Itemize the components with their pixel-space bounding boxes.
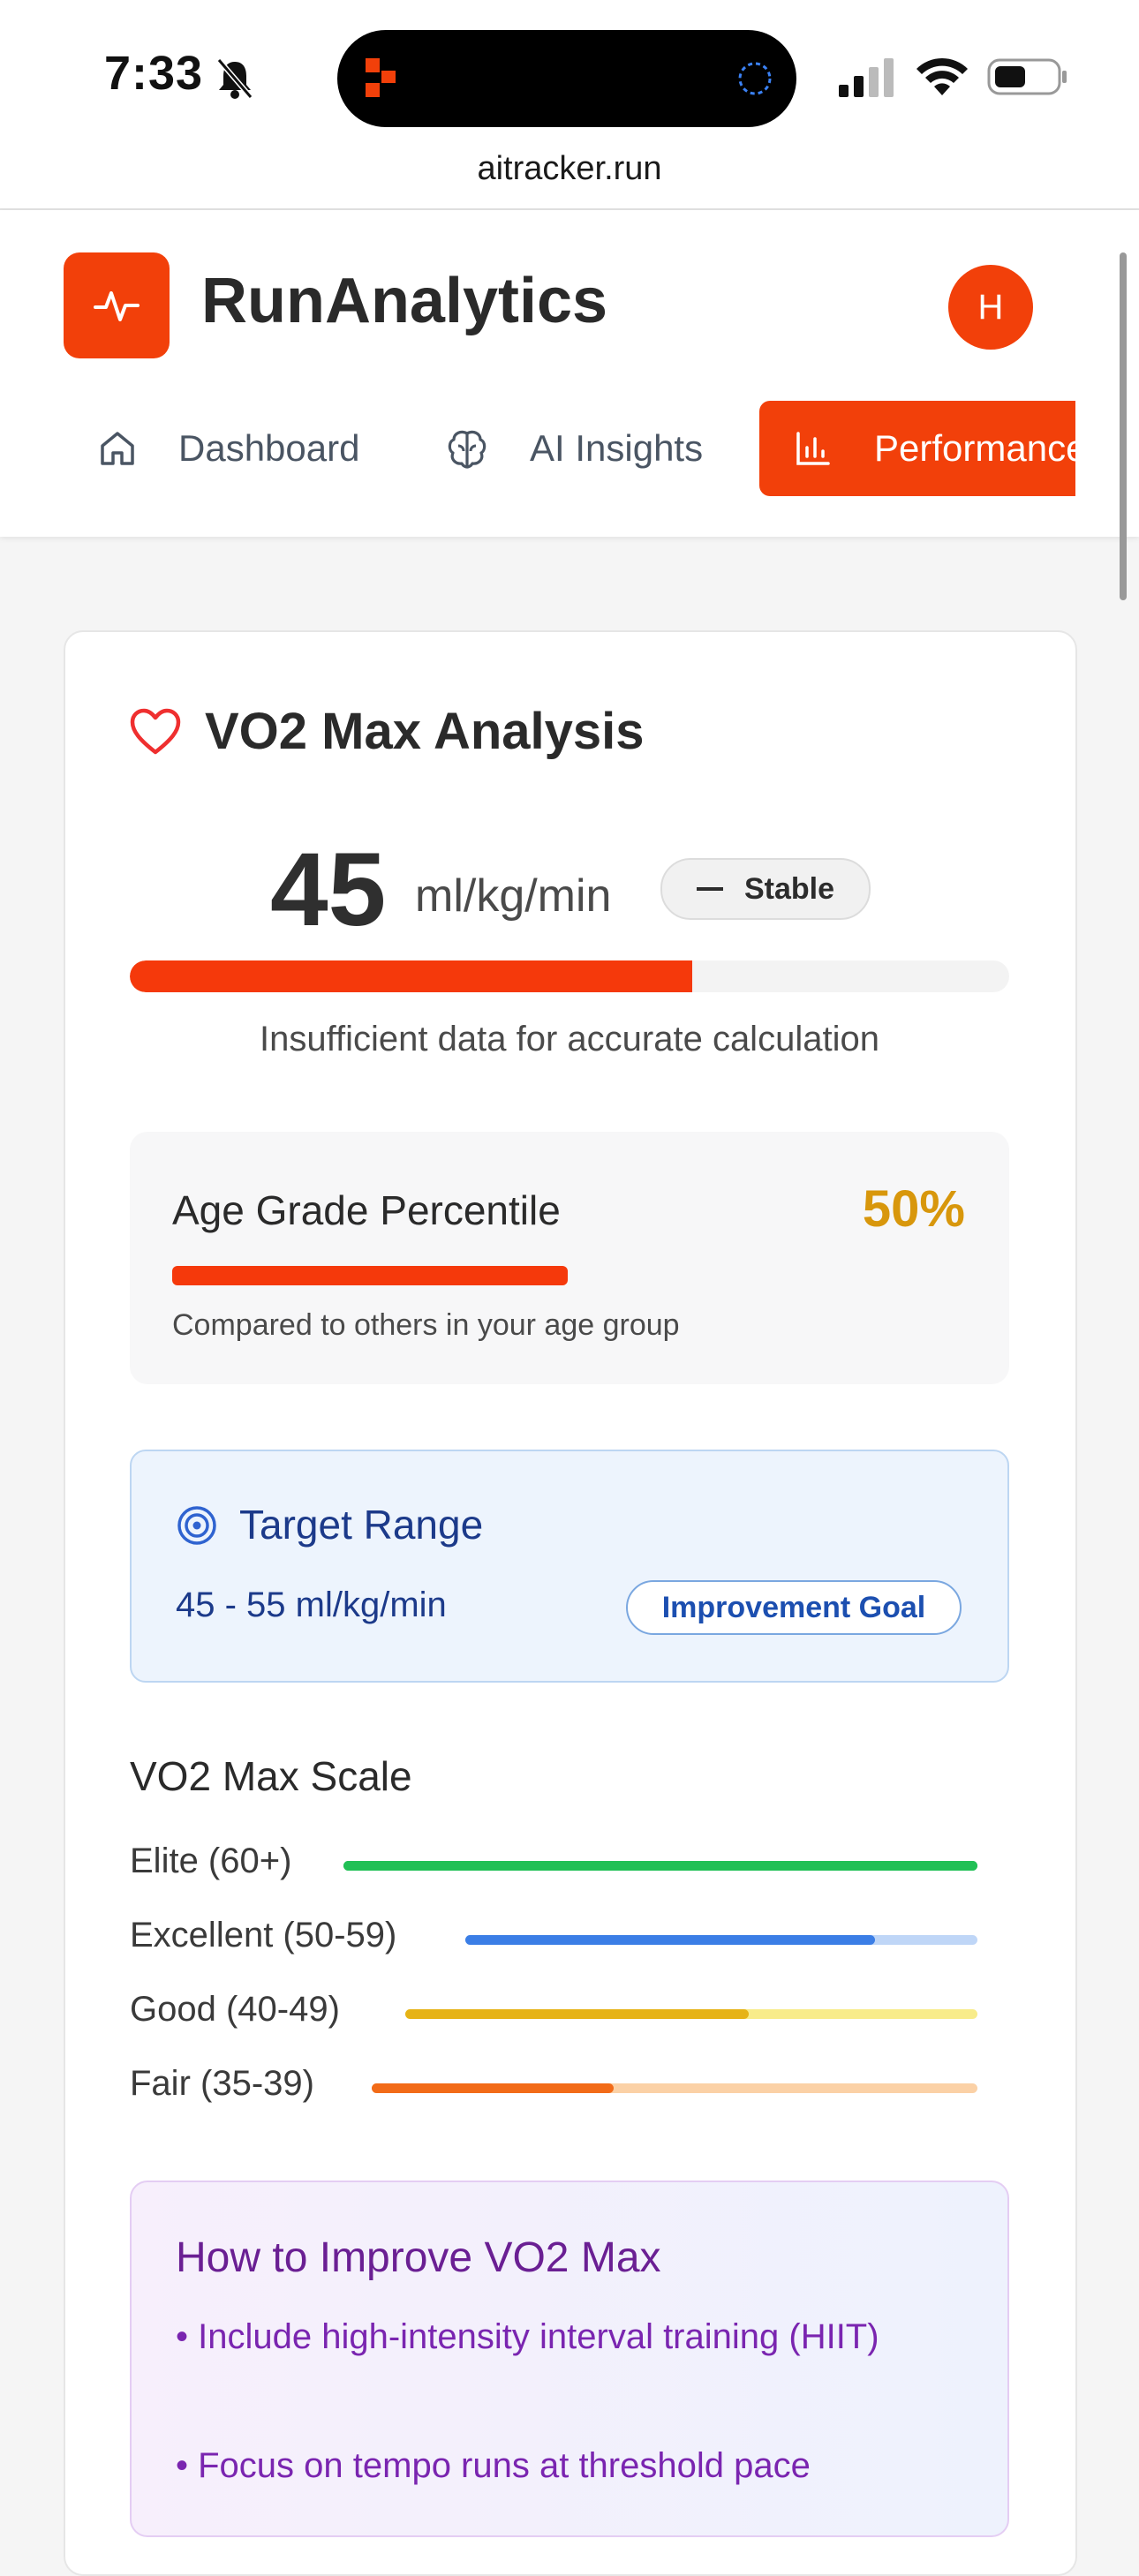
- scale-row-fair: Fair (35-39): [130, 2064, 977, 2117]
- nav-dashboard-label: Dashboard: [178, 427, 360, 469]
- age-grade-panel: Age Grade Percentile 50% Compared to oth…: [130, 1132, 1009, 1384]
- scale-row-label: Elite (60+): [130, 1842, 292, 1880]
- vo2-progress-bar: [130, 960, 1009, 992]
- minus-icon: [696, 887, 723, 891]
- scale-track: [465, 1935, 977, 1945]
- improve-title: How to Improve VO2 Max: [176, 2234, 661, 2281]
- scale-track: [372, 2083, 977, 2093]
- target-range-value: 45 - 55 ml/kg/min: [176, 1586, 447, 1624]
- home-icon: [101, 432, 134, 465]
- scale-row-label: Good (40-49): [130, 1990, 340, 2029]
- wifi-icon: [916, 57, 968, 95]
- main-nav: Dashboard AI Insights Performance: [0, 401, 1075, 498]
- vo2-note: Insufficient data for accurate calculati…: [260, 1020, 879, 1058]
- bar-chart-icon: [796, 432, 830, 465]
- improve-tip: • Focus on tempo runs at threshold pace: [176, 2446, 811, 2485]
- scale-row-excellent: Excellent (50-59): [130, 1916, 977, 1969]
- pulse-icon: [94, 291, 140, 321]
- scale-row-elite: Elite (60+): [130, 1842, 977, 1894]
- cellular-signal-icon: [839, 58, 894, 97]
- vo2-unit: ml/kg/min: [415, 870, 612, 922]
- app-brand: RunAnalytics: [201, 266, 608, 336]
- target-range-panel: Target Range 45 - 55 ml/kg/min Improveme…: [130, 1450, 1009, 1683]
- improve-tip: • Include high-intensity interval traini…: [176, 2317, 879, 2356]
- scale-fill: [372, 2083, 615, 2093]
- trend-label: Stable: [743, 871, 835, 906]
- page-scrollbar[interactable]: [1120, 252, 1127, 600]
- scale-row-good: Good (40-49): [130, 1990, 977, 2043]
- dynamic-island: [337, 30, 796, 127]
- nav-performance-label: Performance: [874, 427, 1075, 469]
- age-grade-caption: Compared to others in your age group: [172, 1308, 680, 1342]
- scale-track: [343, 1861, 977, 1871]
- scale-row-label: Fair (35-39): [130, 2064, 314, 2103]
- bell-muted-icon: [216, 58, 253, 99]
- brain-icon: [448, 430, 487, 469]
- nav-ai-insights-label: AI Insights: [530, 427, 704, 469]
- vo2-value: 45: [270, 832, 387, 948]
- improve-tips-panel: How to Improve VO2 Max • Include high-in…: [130, 2181, 1009, 2537]
- app-logo[interactable]: [64, 252, 170, 358]
- scale-track: [405, 2009, 977, 2019]
- trend-badge: Stable: [660, 858, 871, 920]
- app-header: RunAnalytics H Dashboard AI Insights Per…: [0, 210, 1139, 537]
- target-range-title: Target Range: [239, 1502, 484, 1548]
- target-icon: [177, 1506, 216, 1545]
- address-bar-url[interactable]: aitracker.run: [0, 150, 1139, 188]
- nav-dashboard[interactable]: Dashboard: [97, 401, 359, 496]
- status-time: 7:33: [104, 47, 204, 100]
- improvement-goal-badge: Improvement Goal: [626, 1580, 962, 1635]
- scale-row-label: Excellent (50-59): [130, 1916, 397, 1955]
- age-grade-value: 50%: [862, 1180, 965, 1238]
- scale-fill: [405, 2009, 749, 2019]
- age-grade-label: Age Grade Percentile: [172, 1187, 561, 1233]
- vo2-progress-fill: [130, 960, 693, 992]
- nav-ai-insights[interactable]: AI Insights: [445, 401, 703, 496]
- island-app-icon: [366, 58, 396, 97]
- activity-ring-icon: [738, 62, 772, 95]
- scale-fill: [465, 1935, 875, 1945]
- age-grade-bar: [172, 1266, 568, 1285]
- scale-fill: [343, 1861, 977, 1871]
- user-avatar[interactable]: H: [948, 265, 1033, 350]
- scale-title: VO2 Max Scale: [130, 1753, 412, 1799]
- battery-icon: [987, 58, 1067, 95]
- vo2-card-title: VO2 Max Analysis: [205, 703, 645, 760]
- heart-icon: [130, 708, 181, 755]
- nav-performance[interactable]: Performance: [759, 401, 1075, 496]
